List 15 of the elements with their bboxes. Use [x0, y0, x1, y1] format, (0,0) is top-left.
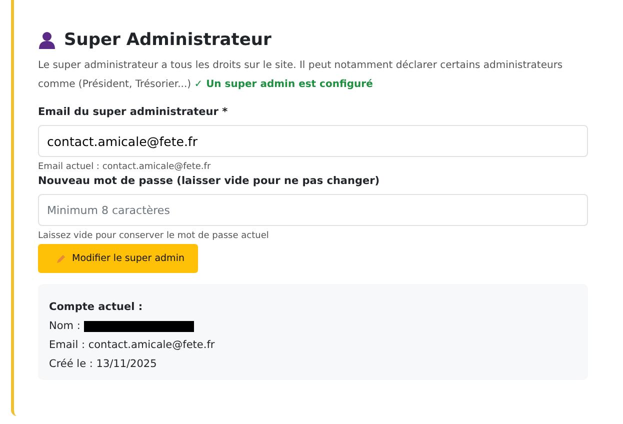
input-field[interactable]: Minimum 8 caractères	[38, 194, 588, 226]
section-title: Super Administrateur	[64, 30, 272, 50]
field-hint: Laissez vide pour conserver le mot de passe actuel	[38, 231, 270, 241]
account-created: Créé le : 13/11/2025	[49, 357, 158, 372]
pencil-icon	[56, 254, 66, 264]
input-field[interactable]: contact.amicale@fete.fr	[38, 125, 588, 157]
account-name-label: Nom :	[49, 319, 80, 334]
account-email: Email : contact.amicale@fete.fr	[49, 338, 216, 353]
field-label: Email du super administrateur *	[38, 106, 229, 118]
account-title: Compte actuel :	[49, 300, 144, 315]
field-hint: Email actuel : contact.amicale@fete.fr	[38, 162, 212, 172]
save-button[interactable]: Modifier le super admin	[38, 244, 198, 273]
section-description: Le super administrateur a tous les droits sur le site. Il peut notamment déclarer certains administrateurs comme (Président, Trésorier...) ✓ Un super admin est configuré	[38, 59, 564, 92]
user-icon	[38, 31, 56, 49]
field-label: Nouveau mot de passe (laisser vide pour ne pas changer)	[38, 175, 381, 187]
